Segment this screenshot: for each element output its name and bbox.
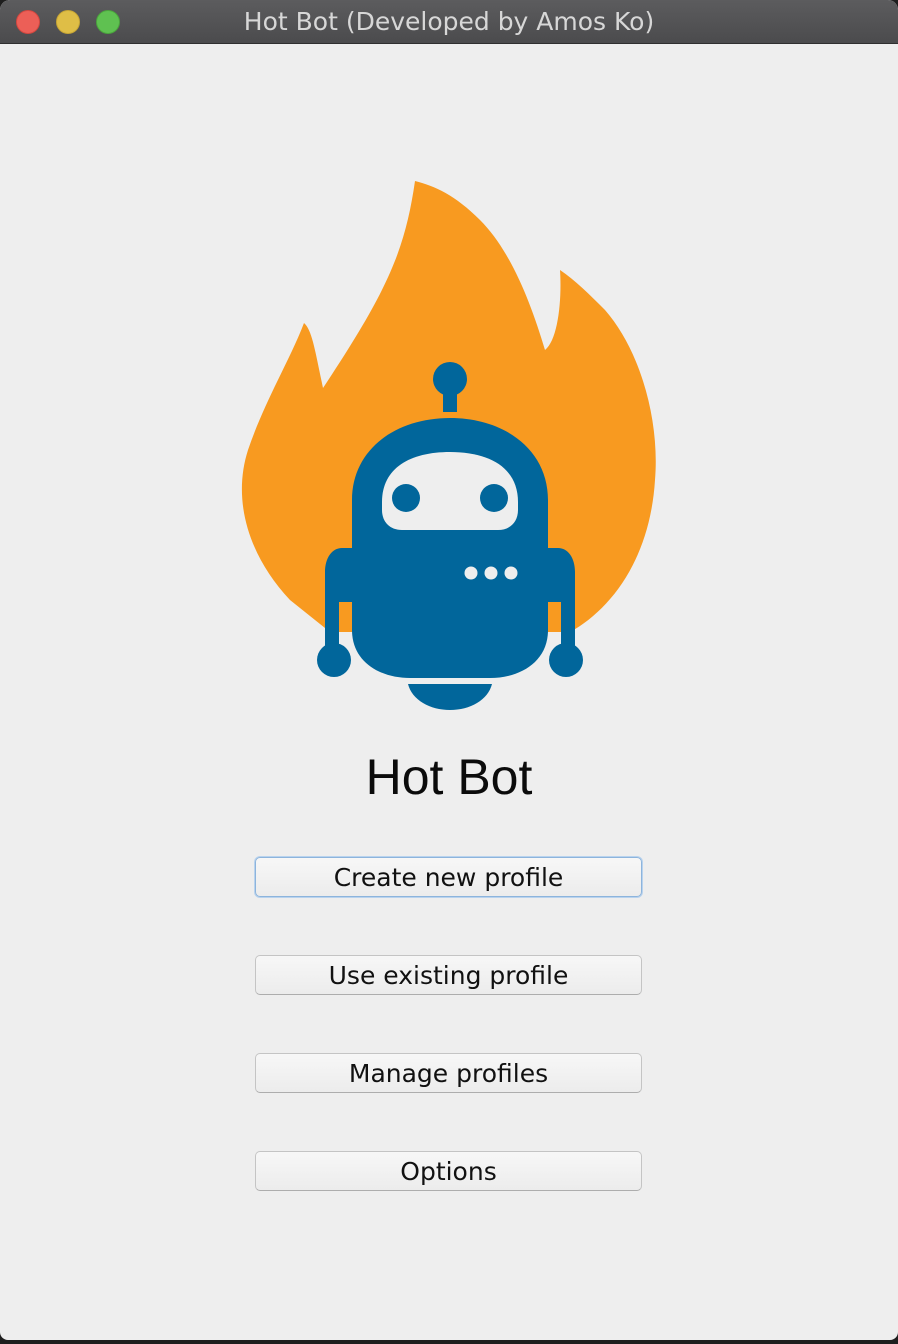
robot-base <box>408 684 492 710</box>
robot-chest-dot <box>504 566 518 580</box>
robot-antenna-stem <box>443 388 457 412</box>
manage-profiles-button[interactable]: Manage profiles <box>255 1053 642 1093</box>
app-name-heading: Hot Bot <box>365 749 533 805</box>
options-button[interactable]: Options <box>255 1151 642 1191</box>
robot-left-hand <box>317 643 351 677</box>
title-bar[interactable]: Hot Bot (Developed by Amos Ko) <box>0 0 898 44</box>
use-existing-profile-button[interactable]: Use existing profile <box>255 955 642 995</box>
robot-chest-dot <box>484 566 498 580</box>
robot-right-hand <box>549 643 583 677</box>
app-window: Hot Bot (Developed by Amos Ko) Hot Bot C… <box>0 0 898 1340</box>
create-new-profile-button[interactable]: Create new profile <box>255 857 642 897</box>
robot-chest-dot <box>464 566 478 580</box>
window-title: Hot Bot (Developed by Amos Ko) <box>243 7 655 36</box>
flame-robot-logo <box>241 181 656 710</box>
robot-right-eye <box>480 484 508 512</box>
robot-left-eye <box>392 484 420 512</box>
